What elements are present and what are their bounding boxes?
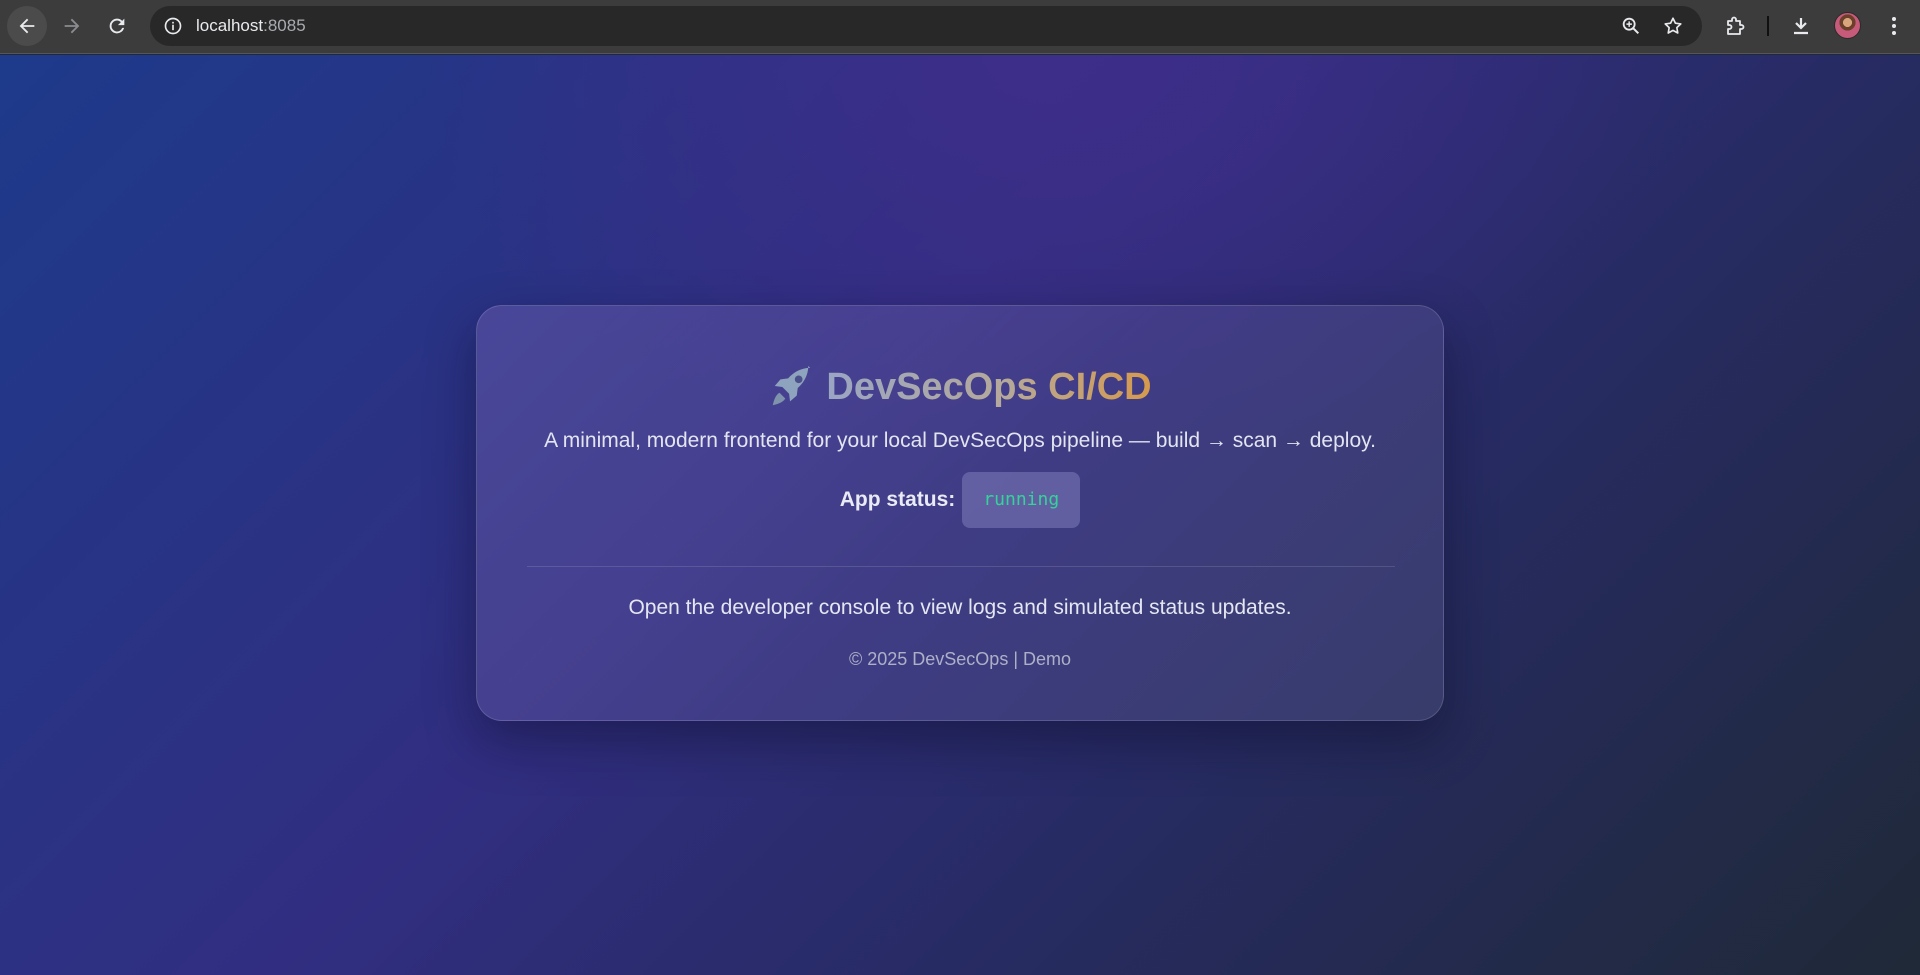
arrow-left-icon xyxy=(19,18,35,34)
subtitle: A minimal, modern frontend for your loca… xyxy=(544,429,1376,452)
browser-toolbar: localhost:8085 xyxy=(0,0,1920,54)
page-title: DevSecOps CI/CD xyxy=(826,366,1152,408)
zoom-icon[interactable] xyxy=(1620,15,1642,37)
url-text[interactable]: localhost:8085 xyxy=(196,16,306,36)
divider xyxy=(527,566,1395,567)
reload-button[interactable] xyxy=(97,6,137,46)
status-label: App status: xyxy=(839,488,956,511)
forward-button[interactable] xyxy=(52,6,92,46)
title-row: DevSecOps CI/CD xyxy=(477,364,1443,410)
status-row: App status: running xyxy=(477,472,1443,528)
page-background: DevSecOps CI/CD A minimal, modern fronte… xyxy=(0,55,1920,975)
kebab-menu-icon[interactable] xyxy=(1882,14,1906,38)
back-button[interactable] xyxy=(7,6,47,46)
reload-icon xyxy=(109,18,125,34)
info-icon[interactable] xyxy=(163,16,183,36)
info-card: DevSecOps CI/CD A minimal, modern fronte… xyxy=(476,305,1444,721)
console-hint: Open the developer console to view logs … xyxy=(628,596,1292,619)
rocket-icon xyxy=(773,365,811,406)
toolbar-separator xyxy=(1767,16,1769,36)
footer: © 2025 DevSecOps | Demo xyxy=(848,649,1072,669)
puzzle-icon[interactable] xyxy=(1724,14,1748,38)
avatar[interactable] xyxy=(1834,12,1861,39)
arrow-right-icon xyxy=(64,18,80,34)
address-bar[interactable]: localhost:8085 xyxy=(150,6,1702,46)
status-badge: running xyxy=(962,472,1081,528)
download-icon[interactable] xyxy=(1789,14,1813,38)
star-icon[interactable] xyxy=(1662,15,1684,37)
url-port: :8085 xyxy=(263,16,306,35)
url-host: localhost xyxy=(196,16,264,35)
